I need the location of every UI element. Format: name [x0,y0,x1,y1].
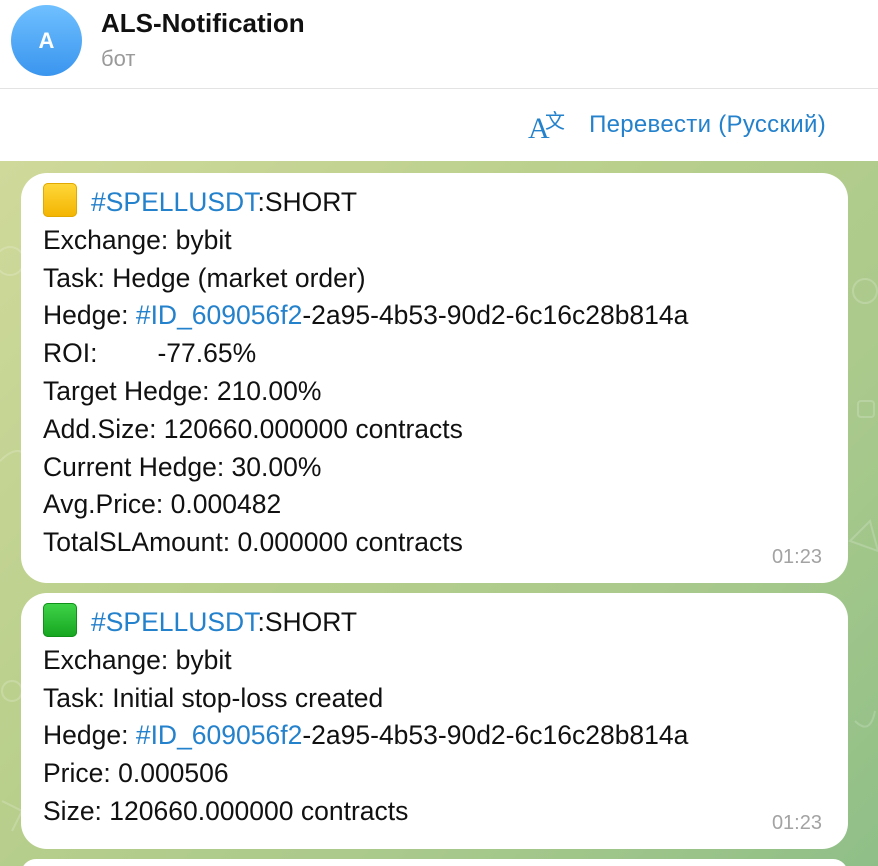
message-time: 01:23 [771,546,822,568]
green-square-icon [43,603,77,637]
symbol-hashtag[interactable]: #SPELLUSDT [91,187,257,217]
chat-title[interactable]: ALS-Notification [101,8,305,39]
avatar[interactable]: A [11,5,82,76]
hedge-id-rest: -2a95-4b53-90d2-6c16c28b814a [302,300,689,331]
symbol-hashtag[interactable]: #SPELLUSDT [91,607,257,637]
task-line: Task: Initial stop-loss created [43,682,384,713]
price-line: Price: 0.000506 [43,758,229,789]
hedge-label: Hedge: [43,300,136,331]
hedge-line: Hedge: #ID_609056f2-2a95-4b53-90d2-6c16c… [43,717,826,755]
chat-area: #SPELLUSDT:SHORT Exchange: bybit Task: H… [0,161,878,866]
add-size-line: Add.Size: 120660.000000 contracts [43,413,463,444]
exchange-line: Exchange: bybit [43,224,232,255]
avatar-initial: A [38,27,55,53]
message-header-line: #SPELLUSDT:SHORT [43,603,826,642]
hedge-id-hashtag[interactable]: #ID_609056f2 [136,300,303,330]
translate-button-label[interactable]: Перевести (Русский) [589,111,826,139]
message-header-line: #SPELLUSDT:SHORT [43,183,826,222]
chat-header: A ALS-Notification бот [0,0,878,89]
message-bubble[interactable]: #SPELLUSDT:SHORT Exchange: bybit Task: I… [21,593,848,849]
size-line: Size: 120660.000000 contracts [43,795,409,826]
translate-icon: A 文 [528,109,565,145]
task-line: Task: Hedge (market order) [43,262,366,293]
roi-value: -77.65% [157,338,257,369]
svg-text:文: 文 [545,109,565,133]
exchange-line: Exchange: bybit [43,644,232,675]
hedge-label: Hedge: [43,720,136,751]
current-hedge-line: Current Hedge: 30.00% [43,451,322,482]
avg-price-line: Avg.Price: 0.000482 [43,489,282,520]
message-bubble[interactable]: #SPELLUSDT:SHORT Exchange: bybit Task: H… [21,173,848,583]
chat-subtitle: бот [101,46,136,71]
target-hedge-line: Target Hedge: 210.00% [43,375,322,406]
total-sl-line: TotalSLAmount: 0.000000 contracts [43,527,463,558]
hedge-id-hashtag[interactable]: #ID_609056f2 [136,720,303,750]
roi-line: ROI: -77.65% [43,335,826,373]
position-side: :SHORT [257,187,358,217]
hedge-id-rest: -2a95-4b53-90d2-6c16c28b814a [302,720,689,751]
position-side: :SHORT [257,607,358,637]
roi-label: ROI: [43,338,98,369]
message-time: 01:23 [771,812,822,834]
translate-bar[interactable]: A 文 Перевести (Русский) [0,89,878,161]
hedge-line: Hedge: #ID_609056f2-2a95-4b53-90d2-6c16c… [43,297,826,335]
message-bubble-partial[interactable] [21,859,848,866]
yellow-square-icon [43,183,77,217]
